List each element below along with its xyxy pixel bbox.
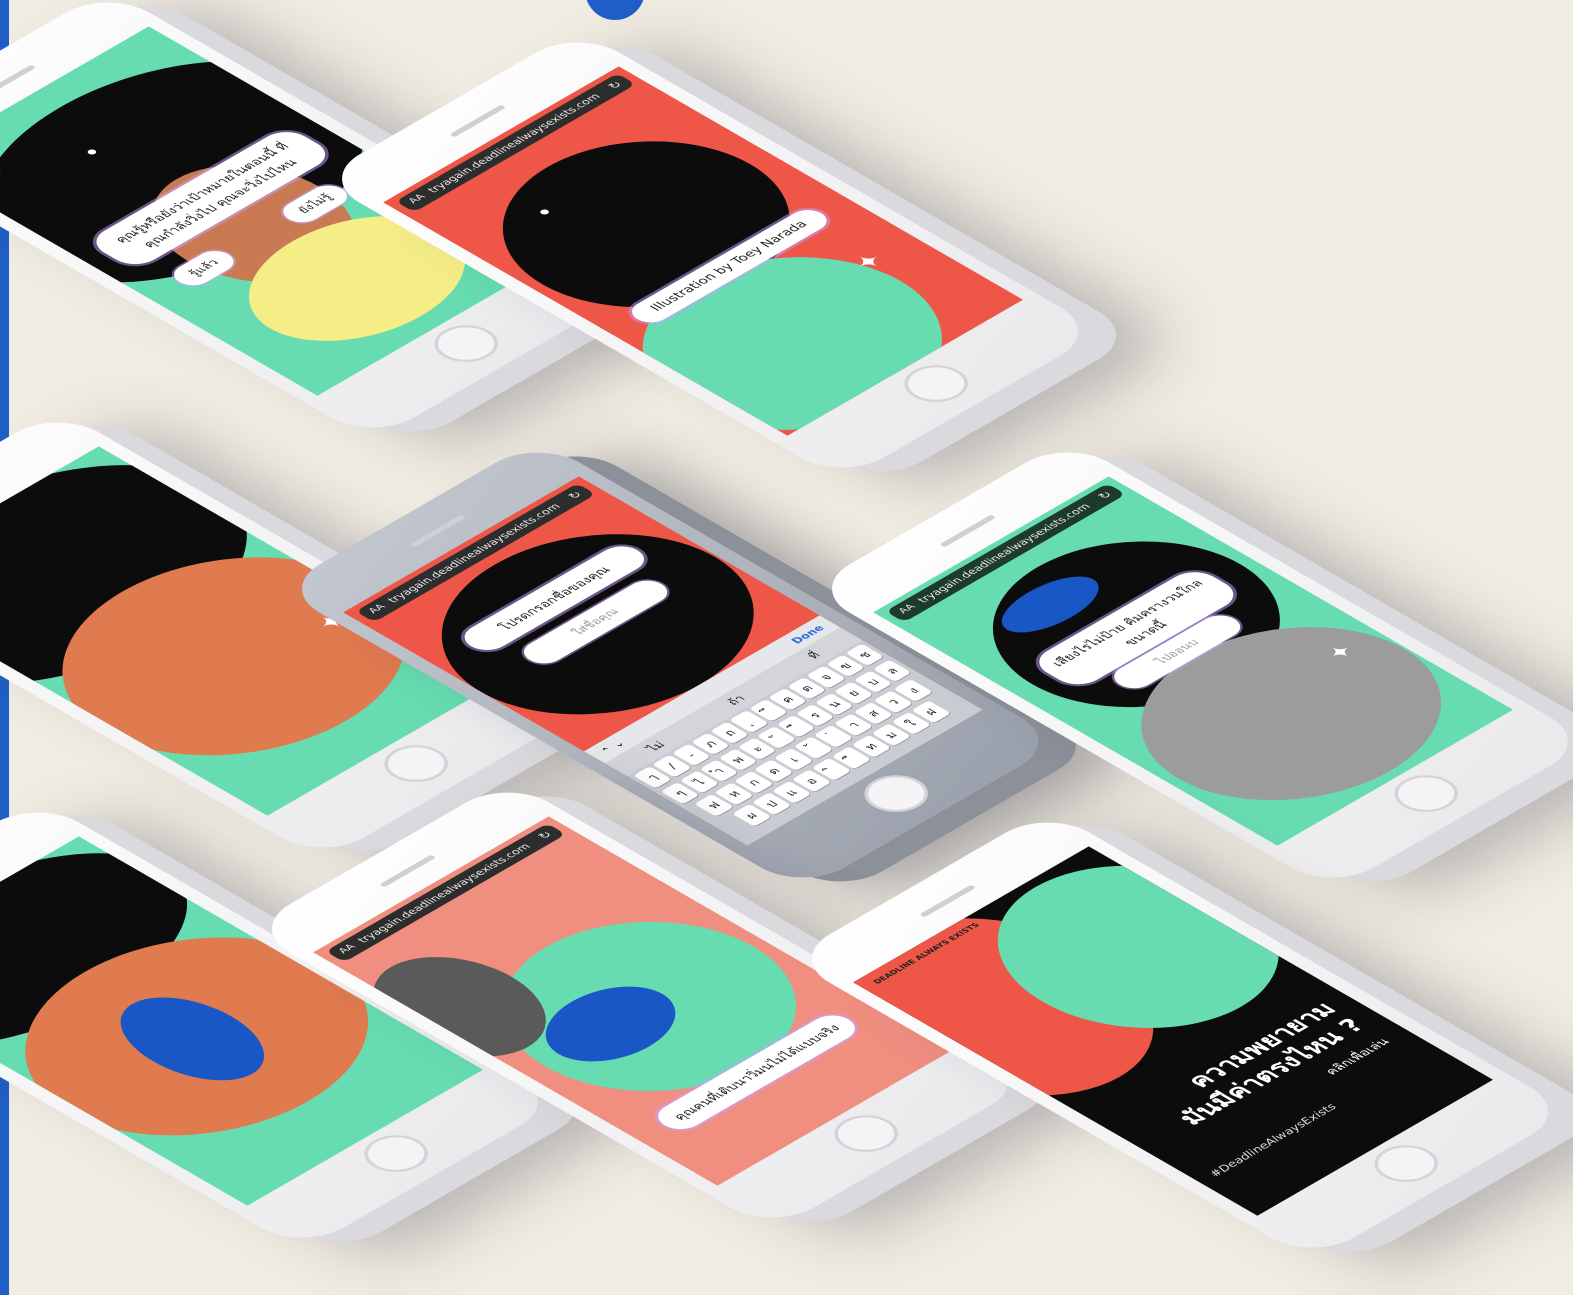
reader-aa-button[interactable]: AA	[402, 190, 433, 208]
url-text[interactable]: tryagain.deadlinealwaysexists.com	[351, 836, 543, 947]
reader-aa-button[interactable]: AA	[332, 940, 363, 958]
suggestion-item[interactable]: ที่	[802, 649, 825, 662]
reload-icon[interactable]: ↻	[1091, 487, 1119, 503]
phone-mockup-stage: ✦ คุณรู้หรือยังว่าเป้าหมายในตอนนี้ ที่คุ…	[0, 0, 1573, 1295]
browser-url-bar[interactable]: AA tryagain.deadlinealwaysexists.com ↻	[325, 823, 566, 963]
speaker-grille	[919, 884, 977, 918]
speaker-grille	[379, 854, 437, 888]
reload-icon[interactable]: ↻	[561, 487, 589, 503]
reader-aa-button[interactable]: AA	[362, 600, 393, 618]
speaker-grille	[409, 514, 467, 548]
reload-icon[interactable]: ↻	[601, 77, 629, 93]
reader-aa-button[interactable]: AA	[892, 600, 923, 618]
speaker-grille	[449, 104, 507, 138]
speaker-grille	[0, 64, 37, 98]
speaker-grille	[939, 514, 997, 548]
reload-icon[interactable]: ↻	[531, 827, 559, 843]
